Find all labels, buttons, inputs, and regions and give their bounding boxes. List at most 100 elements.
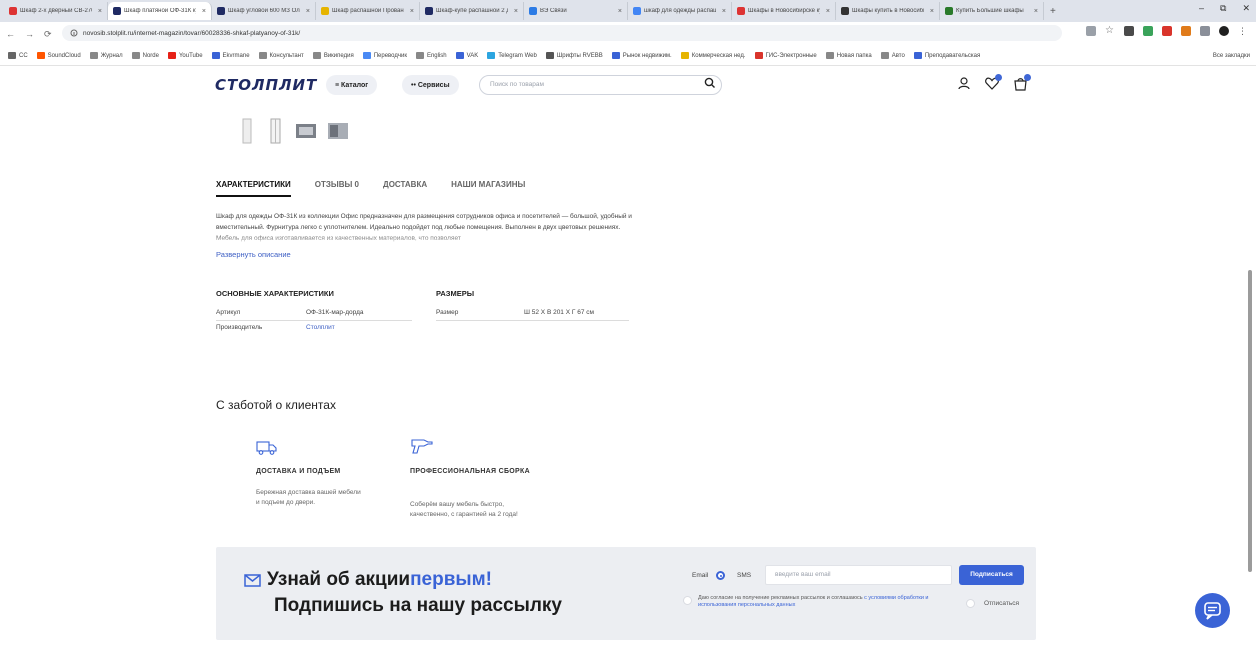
thumbnail-image[interactable] — [240, 118, 256, 144]
size-divider — [436, 320, 629, 321]
bookmark-item[interactable]: Преподавательская — [913, 52, 980, 59]
size-label: Размер — [436, 309, 459, 316]
email-input[interactable]: введите ваш email — [765, 565, 952, 585]
extension-icon[interactable] — [1143, 26, 1153, 36]
favorites-badge — [995, 74, 1002, 81]
close-window-button[interactable]: ✕ — [1242, 3, 1250, 14]
back-button[interactable]: ← — [6, 29, 15, 39]
email-radio[interactable] — [716, 571, 725, 580]
bookmark-icon — [362, 52, 371, 59]
maximize-button[interactable]: ⧉ — [1220, 3, 1226, 14]
bookmark-item[interactable]: YouTube — [167, 52, 203, 59]
close-tab-icon[interactable]: × — [511, 8, 518, 15]
extension-icon[interactable] — [1124, 26, 1134, 36]
browser-tab[interactable]: Шкаф 2-х дверный СВ-270Ф × — [4, 2, 108, 20]
extension-icon[interactable] — [1181, 26, 1191, 36]
bookmark-label: Norde — [142, 52, 159, 59]
sms-radio-label[interactable]: SMS — [737, 572, 751, 579]
browser-tab[interactable]: Шкаф-купе распашной 2 две× — [420, 2, 524, 20]
browser-tab[interactable]: Шкаф угловой 600 МЗ Ольг × — [212, 2, 316, 20]
bookmark-item[interactable]: Norde — [131, 52, 159, 59]
bookmark-item[interactable]: Переводчик — [362, 52, 407, 59]
reload-button[interactable]: ⟳ — [44, 29, 52, 40]
browser-tab[interactable]: шкаф для одежды распашной× — [628, 2, 732, 20]
search-icon[interactable] — [704, 77, 716, 89]
expand-description-link[interactable]: Развернуть описание — [216, 250, 291, 259]
search-input[interactable]: Поиск по товарам — [479, 75, 722, 95]
browser-tab[interactable]: Шкаф распашной Прованс × — [316, 2, 420, 20]
tab-favicon-icon — [529, 7, 537, 15]
bookmark-item[interactable]: Шрифты RVEBB — [545, 52, 603, 59]
new-tab-button[interactable]: + — [1044, 6, 1062, 17]
chat-button[interactable] — [1195, 593, 1230, 628]
close-tab-icon[interactable]: × — [1031, 8, 1038, 15]
browser-tab[interactable]: Шкафы в Новосибирске куп × — [732, 2, 836, 20]
close-tab-icon[interactable]: × — [615, 8, 622, 15]
page-scrollbar[interactable] — [1248, 270, 1252, 572]
forward-button[interactable]: → — [25, 29, 34, 39]
bookmark-item[interactable]: Ekvrmane — [211, 52, 250, 59]
close-tab-icon[interactable]: × — [823, 8, 830, 15]
browser-tab-strip: Шкаф 2-х дверный СВ-270Ф × Шкаф платяной О… — [0, 0, 1256, 22]
tab-title: Купить Большие шкафы — [956, 8, 1024, 14]
close-tab-icon[interactable]: × — [407, 8, 414, 15]
care-text-assembly: Соберём вашу мебель быстро, качественно,… — [410, 501, 518, 518]
browser-tab[interactable]: Шкаф платяной ОФ-31К куп × — [108, 2, 212, 20]
bookmark-item[interactable]: SoundCloud — [36, 52, 81, 59]
consent-checkbox[interactable] — [683, 596, 692, 605]
bookmark-icon — [167, 52, 176, 59]
user-icon[interactable] — [958, 77, 970, 90]
menu-icon[interactable]: ⋮ — [1238, 26, 1248, 36]
tab-characteristics[interactable]: ХАРАКТЕРИСТИКИ — [216, 180, 291, 197]
subscribe-button[interactable]: Подписаться — [959, 565, 1024, 585]
bookmark-item[interactable]: English — [415, 52, 447, 59]
bookmark-item[interactable]: VAK — [455, 52, 478, 59]
bookmark-item[interactable]: Коммерческая нед. — [680, 52, 746, 59]
spec-divider — [216, 320, 412, 321]
bookmark-item[interactable]: Рынок недвижим. — [611, 52, 672, 59]
tab-favicon-icon — [425, 7, 433, 15]
browser-tab[interactable]: Купить Большие шкафы × — [940, 2, 1044, 20]
close-tab-icon[interactable]: × — [927, 8, 934, 15]
bookmark-item[interactable]: CC — [8, 52, 28, 59]
extension-icon[interactable] — [1162, 26, 1172, 36]
bookmark-item[interactable]: Журнал — [89, 52, 123, 59]
profile-icon[interactable] — [1219, 26, 1229, 36]
drill-icon — [411, 439, 433, 454]
close-tab-icon[interactable]: × — [199, 8, 206, 15]
bookmark-item[interactable]: Telegram Web — [487, 52, 537, 59]
tab-stores[interactable]: НАШИ МАГАЗИНЫ — [451, 180, 525, 197]
bookmark-item[interactable]: Консультант — [258, 52, 304, 59]
subscribe-title-accent: первым! — [410, 569, 492, 590]
close-tab-icon[interactable]: × — [95, 8, 102, 15]
bookmark-label: Telegram Web — [498, 52, 537, 59]
close-tab-icon[interactable]: × — [303, 8, 310, 15]
star-icon[interactable]: ☆ — [1105, 26, 1115, 36]
tab-delivery[interactable]: ДОСТАВКА — [383, 180, 427, 197]
bookmark-label: Википедия — [323, 52, 354, 59]
puzzle-icon[interactable] — [1200, 26, 1210, 36]
services-button[interactable]: •• Сервисы — [402, 75, 459, 95]
tab-reviews[interactable]: ОТЗЫВЫ 0 — [315, 180, 359, 197]
close-tab-icon[interactable]: × — [719, 8, 726, 15]
thumbnail-image[interactable] — [296, 124, 316, 138]
site-logo[interactable]: СТОЛПЛИТ — [215, 76, 317, 94]
manufacturer-link[interactable]: Столплит — [306, 324, 335, 335]
catalog-button[interactable]: ≡ Каталог — [326, 75, 378, 95]
bookmark-item[interactable]: Википедия — [312, 52, 354, 59]
subscribe-title: Узнай об акции первым! — [244, 569, 492, 591]
bookmark-item[interactable]: Новая папка — [825, 52, 872, 59]
url-field[interactable]: novosib.stolplit.ru/internet-magazin/tov… — [62, 25, 1062, 41]
all-bookmarks[interactable]: Все закладки — [1213, 53, 1250, 59]
bookmark-item[interactable]: ГИС-Электронные — [754, 52, 817, 59]
thumbnail-image[interactable] — [268, 118, 284, 144]
bookmark-item[interactable]: Авто — [880, 52, 905, 59]
site-info-icon[interactable] — [70, 29, 78, 37]
unsubscribe-checkbox[interactable] — [966, 599, 975, 608]
browser-tab[interactable]: ВЭ Связи × — [524, 2, 628, 20]
care-text-delivery: Бережная доставка вашей мебели и подъем … — [256, 489, 361, 506]
thumbnail-image[interactable] — [328, 123, 348, 139]
browser-tab[interactable]: Шкафы купить в Новосибирск× — [836, 2, 940, 20]
minimize-button[interactable]: – — [1199, 3, 1204, 14]
translate-icon[interactable] — [1086, 26, 1096, 36]
